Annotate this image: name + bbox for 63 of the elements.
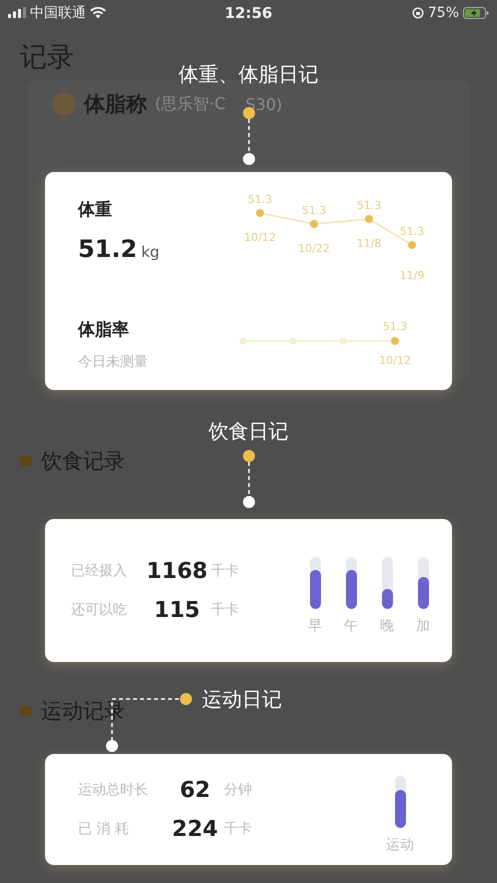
point-date: 10/12 <box>244 231 276 244</box>
body-fat-status: 今日未测量 <box>78 353 149 371</box>
meal-bar <box>346 556 356 608</box>
meal-bar <box>382 556 392 608</box>
point-value: 51.3 <box>356 199 382 212</box>
point-value: 51.3 <box>248 193 272 206</box>
point-value: 51.3 <box>302 204 326 217</box>
data-point <box>391 337 399 345</box>
stat-value: 1168 <box>145 558 209 584</box>
data-point <box>256 209 264 217</box>
guide-label: 饮食日记 <box>208 418 288 444</box>
guide-label: 体重、体脂日记 <box>178 61 318 87</box>
battery-icon <box>463 6 489 18</box>
scale-icon <box>52 92 76 116</box>
point-date: 11/9 <box>400 269 424 282</box>
point-date: 11/8 <box>356 237 382 250</box>
stat-label: 运动总时长 <box>78 781 149 799</box>
meal-label: 加 <box>416 616 430 634</box>
stat-unit: 分钟 <box>224 781 252 799</box>
meal-bar <box>310 556 320 608</box>
body-fat-label: 体脂率 <box>78 319 130 341</box>
exercise-label: 运动 <box>386 836 414 854</box>
meal-label: 晚 <box>380 616 394 634</box>
guide-label: 运动日记 <box>202 686 282 712</box>
exercise-bar <box>394 776 406 828</box>
device-model: (思乐智·C <box>155 94 226 114</box>
wifi-icon <box>90 6 106 18</box>
stat-label: 已经摄入 <box>71 562 128 580</box>
stat-unit: 千卡 <box>224 820 252 838</box>
meal-bar <box>418 556 428 608</box>
section-marker-icon <box>20 706 33 716</box>
stat-label: 已 消 耗 <box>78 820 130 838</box>
stat-unit: 千卡 <box>211 601 239 619</box>
weight-label: 体重 <box>78 199 113 221</box>
stat-unit: 千卡 <box>211 562 239 580</box>
data-point <box>310 220 318 228</box>
battery-percent: 75% <box>428 4 459 20</box>
weight-value: 51.2 <box>78 235 138 263</box>
weight-card[interactable]: 体重 51.2 kg 体脂率 今日未测量 51.3 10/12 51.3 10/22 51.3 11/8 51.3 11/9 51.3 10/12 <box>45 172 452 390</box>
data-point <box>340 338 346 344</box>
point-value: 51.3 <box>382 320 408 333</box>
stat-value: 224 <box>171 816 219 842</box>
exercise-card[interactable]: 运动总时长 62 分钟 已 消 耗 224 千卡 运动 <box>45 754 452 865</box>
rotation-lock-icon <box>412 6 424 18</box>
stat-value: 115 <box>153 598 201 622</box>
weight-unit: kg <box>141 243 160 261</box>
data-point <box>365 215 373 223</box>
guide-connector <box>242 449 256 509</box>
data-point <box>408 241 416 249</box>
diet-card[interactable]: 已经摄入 1168 千卡 还可以吃 115 千卡 早 午 晚 加 <box>45 519 452 662</box>
point-date: 10/12 <box>379 354 411 367</box>
carrier-name: 中国联通 <box>30 4 86 22</box>
point-date: 10/22 <box>298 242 330 255</box>
point-value: 51.3 <box>400 225 424 238</box>
status-time: 12:56 <box>224 4 272 22</box>
stat-value: 62 <box>178 778 212 802</box>
data-point <box>240 338 246 344</box>
data-point <box>290 338 296 344</box>
signal-icon <box>8 7 26 18</box>
stat-label: 还可以吃 <box>71 601 128 619</box>
meal-label: 午 <box>344 616 358 634</box>
section-marker-icon <box>20 456 33 466</box>
meal-label: 早 <box>308 616 322 634</box>
